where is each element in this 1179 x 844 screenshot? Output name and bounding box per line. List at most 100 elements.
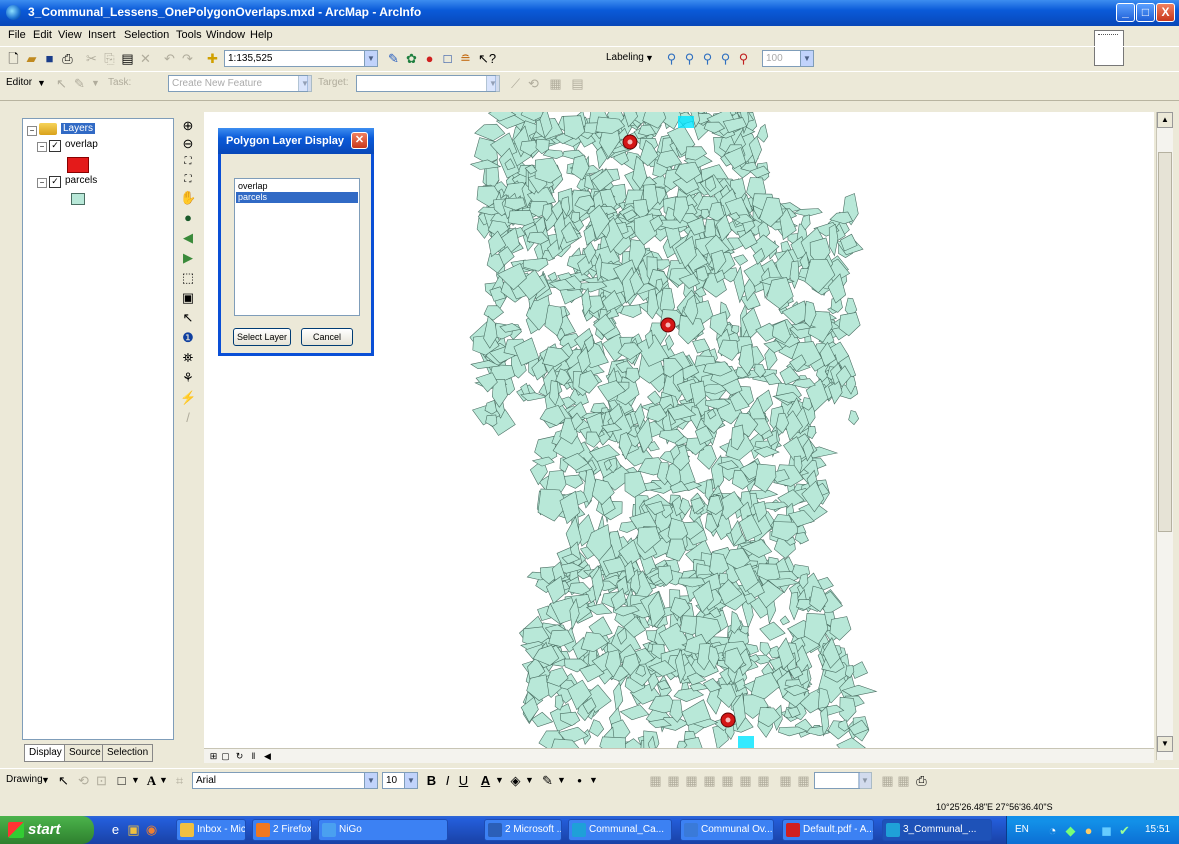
menu-tools[interactable]: Tools	[176, 29, 202, 41]
shape-dropdown-icon[interactable]: ▼	[128, 773, 143, 788]
font-size-combo[interactable]: 10	[382, 772, 406, 789]
sketch-tool-icon[interactable]: ✎	[72, 76, 87, 91]
edit-tool-icon[interactable]: ↖	[54, 76, 69, 91]
select-elements-icon[interactable]: ↖	[180, 310, 196, 326]
listbox-item-overlap[interactable]: overlap	[236, 181, 358, 192]
layer-listbox[interactable]: overlap parcels	[234, 178, 360, 316]
attributes-icon[interactable]: ▦	[548, 76, 563, 91]
refresh-view-icon[interactable]: ↻	[232, 749, 247, 764]
scroll-up-icon[interactable]: ▲	[1157, 112, 1173, 128]
tab-source[interactable]: Source	[64, 744, 106, 762]
fixed-zoom-out-icon[interactable]: ⛶	[180, 172, 196, 188]
delete-icon[interactable]: ✕	[138, 51, 153, 66]
layout-tool-icon[interactable]: ▦	[702, 773, 717, 788]
listbox-item-parcels[interactable]: parcels	[236, 192, 358, 203]
find-icon[interactable]: ⛯	[180, 350, 196, 366]
arccatalog-icon[interactable]: ●	[422, 51, 437, 66]
layout-tool-icon[interactable]: ▦	[666, 773, 681, 788]
copy-icon[interactable]: ⎘	[102, 51, 117, 66]
clear-selection-icon[interactable]: ▣	[180, 290, 196, 306]
taskbar-button[interactable]: Communal_Ca...	[568, 819, 672, 841]
scale-combo[interactable]: 1:135,525	[224, 50, 372, 67]
task-combo[interactable]: Create New Feature	[168, 75, 308, 92]
taskbar-button[interactable]: 2 Firefox	[252, 819, 312, 841]
marker-color-dropdown-icon[interactable]: ▼	[586, 773, 601, 788]
language-indicator[interactable]: EN	[1015, 824, 1029, 835]
layout-view-icon[interactable]: ▢	[218, 749, 233, 764]
lock-labels-icon[interactable]: ⚲	[718, 51, 733, 66]
font-combo[interactable]: Arial	[192, 772, 372, 789]
model-builder-icon[interactable]: ≘	[458, 51, 473, 66]
font-color-icon[interactable]: A	[478, 773, 493, 788]
label-scale-combo[interactable]: 100	[762, 50, 802, 67]
target-combo[interactable]	[356, 75, 496, 92]
close-button[interactable]: X	[1156, 3, 1175, 22]
labeling-dropdown-icon[interactable]: ▼	[642, 51, 657, 66]
layer-visibility-checkbox[interactable]: ✓	[49, 140, 61, 152]
menu-window[interactable]: Window	[206, 29, 245, 41]
print-preview-icon[interactable]: ⎙	[914, 773, 929, 788]
parcels-symbol-swatch[interactable]	[71, 193, 85, 205]
tab-display[interactable]: Display	[24, 744, 67, 762]
tab-selection[interactable]: Selection	[102, 744, 154, 762]
scroll-thumb[interactable]	[1158, 152, 1172, 532]
line-color-dropdown-icon[interactable]: ▼	[554, 773, 569, 788]
scroll-down-icon[interactable]: ▼	[1157, 736, 1173, 752]
go-back-icon[interactable]: ◀	[180, 230, 196, 246]
label-scale-dropdown-icon[interactable]: ▼	[800, 50, 814, 67]
print-icon[interactable]: ⎙	[60, 51, 75, 66]
zoom-in-icon[interactable]: ⊕	[180, 118, 196, 134]
identify-icon[interactable]: ❶	[180, 330, 196, 346]
cut-icon[interactable]: ✂	[84, 51, 99, 66]
view-unplaced-icon[interactable]: ⚲	[736, 51, 751, 66]
menu-edit[interactable]: Edit	[33, 29, 52, 41]
menu-selection[interactable]: Selection	[124, 29, 169, 41]
tray-icon[interactable]: ✔	[1117, 823, 1132, 838]
edit-vertices-icon[interactable]: ⌗	[172, 773, 187, 788]
new-document-icon[interactable]: 🗋	[6, 51, 21, 66]
command-line-icon[interactable]: □	[440, 51, 455, 66]
hyperlink-icon[interactable]: ⚡	[180, 390, 196, 406]
select-layer-button[interactable]: Select Layer	[233, 328, 291, 346]
label-weight-icon[interactable]: ⚲	[700, 51, 715, 66]
tray-icon[interactable]: ◔	[1045, 823, 1060, 838]
bold-button[interactable]: B	[424, 773, 439, 788]
label-manager-icon[interactable]: ⚲	[664, 51, 679, 66]
dialog-close-icon[interactable]: ✕	[351, 132, 368, 149]
add-data-icon[interactable]: ✚	[205, 51, 220, 66]
layout-tool-icon[interactable]: ▦	[756, 773, 771, 788]
marker-color-icon[interactable]: •	[572, 773, 587, 788]
menu-help[interactable]: Help	[250, 29, 273, 41]
editor-dropdown-icon[interactable]: ▼	[34, 76, 49, 91]
paste-icon[interactable]: ▤	[120, 51, 135, 66]
layout-tool-icon[interactable]: ▦	[896, 773, 911, 788]
quicklaunch-media-icon[interactable]: ◉	[144, 822, 159, 837]
layout-tool-icon[interactable]: ▦	[684, 773, 699, 788]
layer-visibility-checkbox[interactable]: ✓	[49, 176, 61, 188]
scale-dropdown-icon[interactable]: ▼	[364, 50, 378, 67]
layout-tool-icon[interactable]: ▦	[720, 773, 735, 788]
dialog-title-bar[interactable]: Polygon Layer Display ✕	[218, 128, 374, 154]
menu-view[interactable]: View	[58, 29, 82, 41]
html-popup-icon[interactable]: /	[180, 410, 196, 426]
drawing-dropdown-icon[interactable]: ▼	[38, 773, 53, 788]
open-folder-icon[interactable]: ▰	[24, 51, 39, 66]
editor-toolbar-icon[interactable]: ✎	[386, 51, 401, 66]
menu-insert[interactable]: Insert	[88, 29, 116, 41]
redo-icon[interactable]: ↷	[180, 51, 195, 66]
layer-name[interactable]: parcels	[65, 175, 97, 186]
text-dropdown-icon[interactable]: ▼	[156, 773, 171, 788]
quicklaunch-desktop-icon[interactable]: ▣	[126, 822, 141, 837]
taskbar-button[interactable]: Communal Ov...	[680, 819, 774, 841]
zoom-out-icon[interactable]: ⊖	[180, 136, 196, 152]
zoom-whole-page-icon[interactable]: ⊡	[94, 773, 109, 788]
collapse-icon[interactable]: −	[37, 178, 47, 188]
quicklaunch-ie-icon[interactable]: e	[108, 822, 123, 837]
pause-drawing-icon[interactable]: ‖	[246, 749, 261, 764]
scroll-left-icon[interactable]: ◀	[260, 749, 275, 764]
layout-tool-icon[interactable]: ▦	[778, 773, 793, 788]
vertical-scrollbar[interactable]: ▲ ▼	[1156, 112, 1173, 760]
italic-button[interactable]: I	[440, 773, 455, 788]
full-extent-icon[interactable]: ●	[180, 210, 196, 226]
taskbar-button[interactable]: Inbox - Microso...	[176, 819, 246, 841]
